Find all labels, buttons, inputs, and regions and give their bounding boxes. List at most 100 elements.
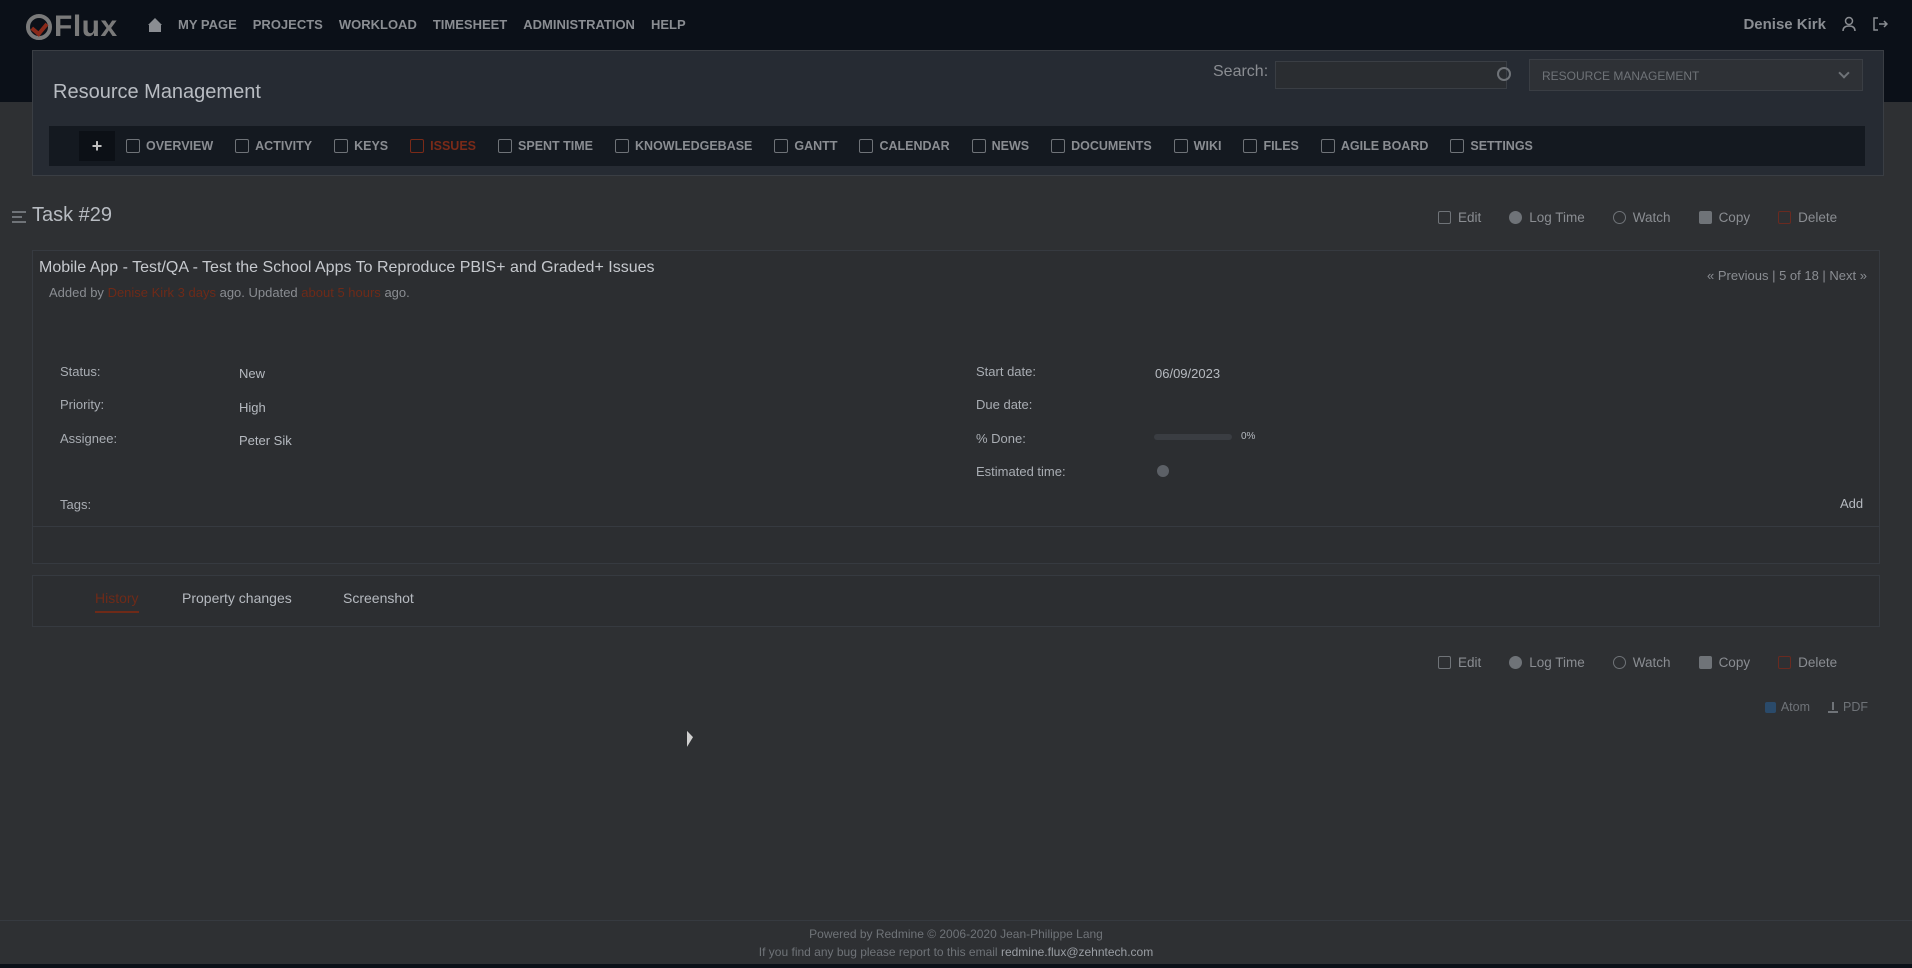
tab-news[interactable]: NEWS [961, 126, 1041, 166]
shield-icon [334, 139, 349, 153]
watch-label: Watch [1632, 210, 1671, 225]
meta-suffix: ago. [384, 285, 410, 300]
logo-text: Flux [54, 10, 118, 43]
tab-spent-time[interactable]: SPENT TIME [487, 126, 604, 166]
atom-link[interactable]: Atom [1764, 700, 1810, 714]
edit-button[interactable]: Edit [1438, 210, 1481, 225]
mouse-cursor-icon [687, 730, 693, 750]
trash-icon [1778, 656, 1792, 669]
user-icon[interactable] [1842, 16, 1856, 32]
tab-files[interactable]: FILES [1232, 126, 1309, 166]
tab-label: ISSUES [430, 139, 477, 153]
documents-icon [1051, 139, 1066, 153]
clock-icon [1509, 211, 1523, 224]
news-icon [971, 139, 986, 153]
tab-settings[interactable]: SETTINGS [1439, 126, 1544, 166]
project-tabs: + OVERVIEW ACTIVITY KEYS ISSUES SPENT TI… [49, 126, 1865, 166]
tab-gantt[interactable]: GANTT [763, 126, 848, 166]
overview-icon [126, 139, 140, 153]
bottom-edge [0, 964, 1912, 968]
log-time-button[interactable]: Log Time [1509, 655, 1585, 670]
info-icon[interactable] [1157, 465, 1169, 477]
gear-icon [1450, 139, 1465, 153]
project-selector[interactable]: RESOURCE MANAGEMENT [1529, 59, 1863, 91]
tab-label: CALENDAR [879, 139, 950, 153]
flux-logo[interactable]: Flux [26, 10, 118, 44]
issue-pager[interactable]: « Previous | 5 of 18 | Next » [1707, 268, 1867, 283]
copy-label: Copy [1718, 210, 1751, 225]
sidebar-toggle-icon[interactable] [12, 211, 26, 223]
log-time-button[interactable]: Log Time [1509, 210, 1585, 225]
done-value: 0% [1241, 431, 1256, 442]
search-input[interactable] [1275, 61, 1507, 89]
log-time-label: Log Time [1529, 210, 1585, 225]
logout-icon[interactable] [1872, 16, 1888, 32]
copy-button[interactable]: Copy [1698, 655, 1750, 670]
assignee-label: Assignee: [60, 431, 118, 446]
start-date-value: 06/09/2023 [1155, 366, 1221, 381]
tab-label: KNOWLEDGEBASE [635, 139, 753, 153]
done-label: % Done: [976, 431, 1026, 446]
page-title: Task #29 [32, 204, 113, 226]
priority-label: Priority: [60, 397, 105, 412]
tab-overview[interactable]: OVERVIEW [115, 126, 224, 166]
tab-keys[interactable]: KEYS [323, 126, 399, 166]
tab-screenshot[interactable]: Screenshot [343, 590, 414, 606]
tab-label: OVERVIEW [146, 139, 214, 153]
activity-icon [235, 139, 250, 153]
tab-activity[interactable]: ACTIVITY [224, 126, 323, 166]
footer-email-link[interactable]: redmine.flux@zehntech.com [1001, 945, 1153, 959]
logo-check-icon [26, 14, 52, 40]
delete-button[interactable]: Delete [1778, 655, 1837, 670]
tab-label: SPENT TIME [518, 139, 594, 153]
wiki-icon [1173, 139, 1188, 153]
search-icon[interactable] [1497, 67, 1511, 81]
tab-documents[interactable]: DOCUMENTS [1040, 126, 1163, 166]
home-icon[interactable] [148, 17, 162, 32]
copy-button[interactable]: Copy [1698, 210, 1751, 225]
status-value: New [239, 366, 266, 381]
delete-label: Delete [1798, 655, 1838, 670]
nav-help[interactable]: HELP [651, 17, 686, 32]
trash-icon [1778, 211, 1792, 224]
project-selector-value: RESOURCE MANAGEMENT [1542, 69, 1700, 83]
add-tag-button[interactable]: Add [1840, 496, 1863, 511]
nav-administration[interactable]: ADMINISTRATION [523, 17, 635, 32]
tab-knowledgebase[interactable]: KNOWLEDGEBASE [604, 126, 763, 166]
user-name[interactable]: Denise Kirk [1743, 16, 1826, 33]
tab-history[interactable]: History [95, 590, 139, 613]
new-item-button[interactable]: + [79, 131, 115, 161]
nav-timesheet[interactable]: TIMESHEET [433, 17, 507, 32]
tab-agile-board[interactable]: AGILE BOARD [1310, 126, 1440, 166]
tab-wiki[interactable]: WIKI [1163, 126, 1233, 166]
copy-icon [1698, 656, 1712, 669]
chevron-down-icon [1838, 67, 1850, 79]
eye-icon [1612, 656, 1626, 669]
search-label: Search: [1213, 63, 1269, 80]
watch-button[interactable]: Watch [1612, 210, 1671, 225]
log-time-label: Log Time [1529, 655, 1585, 670]
atom-label: Atom [1780, 700, 1810, 714]
tab-property-changes[interactable]: Property changes [182, 590, 292, 606]
nav-my-page[interactable]: MY PAGE [178, 17, 237, 32]
watch-label: Watch [1632, 655, 1671, 670]
assignee-link[interactable]: Peter Sik [239, 433, 292, 448]
tab-label: GANTT [794, 139, 838, 153]
pdf-label: PDF [1843, 700, 1868, 714]
edit-label: Edit [1458, 210, 1482, 225]
tab-calendar[interactable]: CALENDAR [848, 126, 960, 166]
nav-workload[interactable]: WORKLOAD [339, 17, 417, 32]
pdf-link[interactable]: PDF [1828, 700, 1868, 714]
watch-button[interactable]: Watch [1612, 655, 1671, 670]
issue-subject: Mobile App - Test/QA - Test the School A… [39, 259, 655, 276]
author-link[interactable]: Denise Kirk [108, 285, 174, 300]
start-date-label: Start date: [976, 364, 1036, 379]
tab-issues[interactable]: ISSUES [399, 126, 487, 166]
delete-button[interactable]: Delete [1778, 210, 1837, 225]
done-progress-bar [1154, 434, 1232, 440]
created-ago-link[interactable]: 3 days [178, 285, 216, 300]
edit-button[interactable]: Edit [1438, 655, 1481, 670]
updated-ago-link[interactable]: about 5 hours [301, 285, 381, 300]
delete-label: Delete [1798, 210, 1838, 225]
nav-projects[interactable]: PROJECTS [253, 17, 323, 32]
